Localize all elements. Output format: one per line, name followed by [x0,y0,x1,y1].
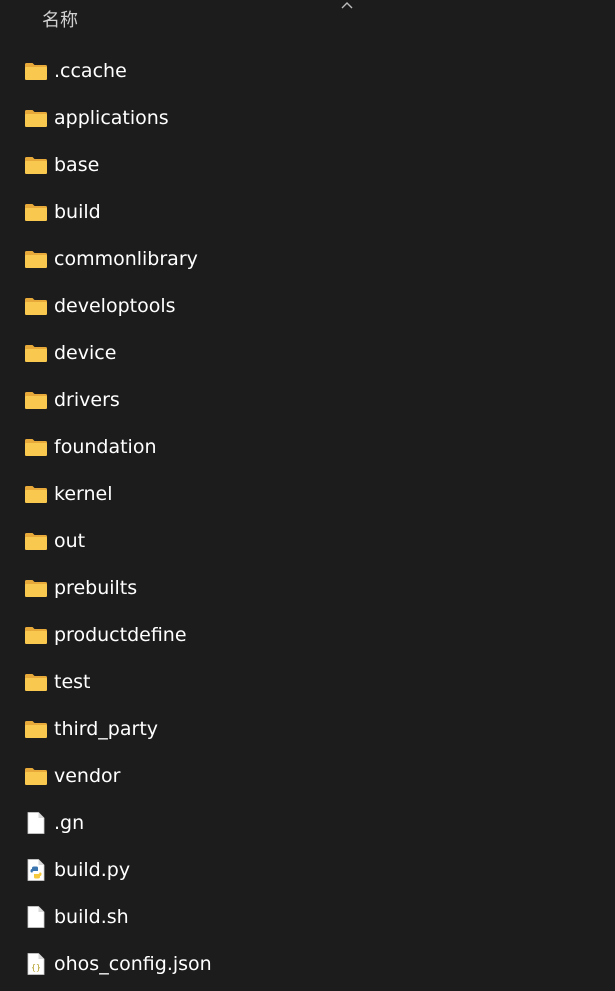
item-name[interactable]: build.py [54,857,130,883]
item-name[interactable]: vendor [54,763,120,789]
file-row[interactable]: {} ohos_config.json [0,940,615,987]
file-row[interactable]: build.py [0,846,615,893]
folder-row[interactable]: productdefine [0,611,615,658]
file-row[interactable]: .gn [0,799,615,846]
json-file-icon: {} [24,952,48,976]
folder-icon [24,200,48,224]
python-file-icon [24,858,48,882]
folder-icon [24,482,48,506]
item-name[interactable]: device [54,340,116,366]
folder-row[interactable]: foundation [0,423,615,470]
item-name[interactable]: commonlibrary [54,246,198,272]
folder-icon [24,59,48,83]
folder-row[interactable]: applications [0,94,615,141]
folder-icon [24,670,48,694]
folder-row[interactable]: .ccache [0,47,615,94]
item-name[interactable]: developtools [54,293,176,319]
item-name[interactable]: build [54,199,101,225]
column-header-name[interactable]: 名称 [42,9,78,33]
item-name[interactable]: build.sh [54,904,129,930]
file-row[interactable]: build.sh [0,893,615,940]
item-name[interactable]: drivers [54,387,120,413]
folder-row[interactable]: out [0,517,615,564]
item-name[interactable]: prebuilts [54,575,137,601]
item-name[interactable]: foundation [54,434,157,460]
item-name[interactable]: out [54,528,85,554]
item-name[interactable]: applications [54,105,169,131]
folder-icon [24,529,48,553]
folder-icon [24,764,48,788]
folder-row[interactable]: vendor [0,752,615,799]
svg-text:{}: {} [31,963,41,972]
item-name[interactable]: .gn [54,810,84,836]
folder-icon [24,153,48,177]
folder-row[interactable]: third_party [0,705,615,752]
chevron-up-icon [341,2,353,9]
folder-icon [24,294,48,318]
item-name[interactable]: ohos_config.json [54,951,212,977]
folder-row[interactable]: test [0,658,615,705]
folder-row[interactable]: commonlibrary [0,235,615,282]
file-icon [24,811,48,835]
folder-icon [24,623,48,647]
file-icon [24,905,48,929]
folder-icon [24,106,48,130]
folder-row[interactable]: developtools [0,282,615,329]
folder-row[interactable]: build [0,188,615,235]
file-explorer: 名称 .ccache applications base build commo… [0,0,615,991]
item-name[interactable]: productdefine [54,622,187,648]
folder-row[interactable]: base [0,141,615,188]
folder-row[interactable]: kernel [0,470,615,517]
folder-row[interactable]: device [0,329,615,376]
folder-icon [24,435,48,459]
item-name[interactable]: base [54,152,99,178]
column-header[interactable]: 名称 [0,0,615,44]
folder-row[interactable]: drivers [0,376,615,423]
folder-icon [24,247,48,271]
folder-icon [24,341,48,365]
item-name[interactable]: test [54,669,91,695]
item-name[interactable]: .ccache [54,58,127,84]
folder-icon [24,576,48,600]
file-list: .ccache applications base build commonli… [0,47,615,987]
folder-row[interactable]: prebuilts [0,564,615,611]
item-name[interactable]: third_party [54,716,158,742]
item-name[interactable]: kernel [54,481,113,507]
folder-icon [24,717,48,741]
folder-icon [24,388,48,412]
